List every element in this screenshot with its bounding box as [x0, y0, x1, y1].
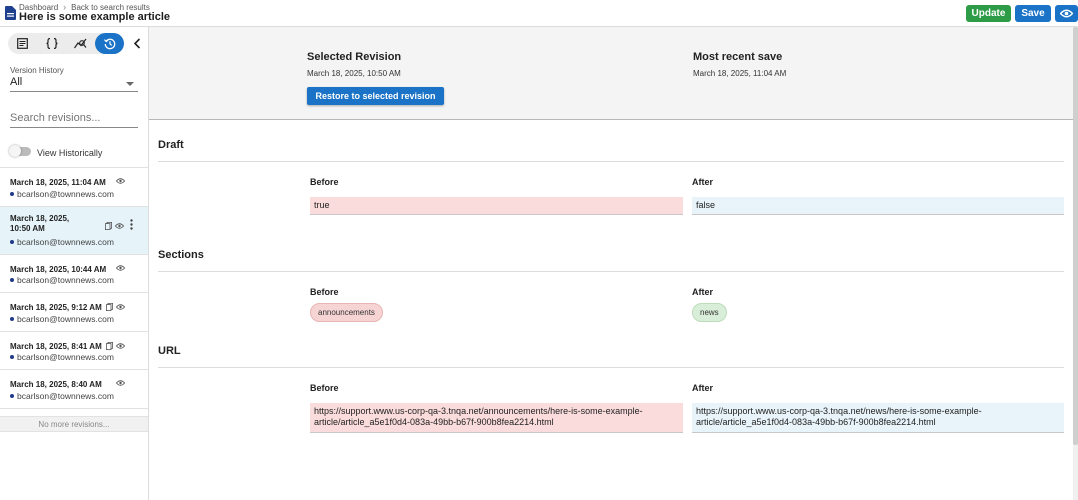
sidebar-tab-group — [8, 33, 124, 54]
revision-item[interactable]: March 18, 2025, 8:41 AM bcarlson@townnew… — [0, 332, 148, 370]
revision-user: bcarlson@townnews.com — [10, 391, 114, 401]
history-icon — [103, 38, 115, 49]
draft-before-value: true — [310, 197, 683, 215]
sections-section-title: Sections — [158, 249, 204, 261]
no-more-revisions: No more revisions... — [0, 416, 148, 432]
revision-user: bcarlson@townnews.com — [10, 275, 114, 285]
tab-code[interactable] — [37, 33, 66, 54]
after-label: After — [692, 177, 714, 187]
revision-item[interactable]: March 18, 2025, 11:04 AM bcarlson@townne… — [0, 168, 148, 207]
after-label: After — [692, 383, 714, 393]
comparison-panel: Selected Revision March 18, 2025, 10:50 … — [149, 27, 1078, 500]
url-before-value: https://support.www.us-corp-qa-3.tnqa.ne… — [310, 403, 683, 433]
eye-icon[interactable] — [116, 380, 125, 386]
tab-analytics[interactable] — [66, 33, 95, 54]
version-history-label: Version History — [10, 66, 64, 75]
chevron-left-icon[interactable] — [133, 38, 142, 49]
revision-item[interactable]: March 18, 2025, 10:44 AM bcarlson@townne… — [0, 255, 148, 293]
revision-date: March 18, 2025, 11:04 AM — [10, 178, 106, 187]
eye-icon[interactable] — [116, 178, 125, 184]
draft-section-title: Draft — [158, 139, 184, 151]
copy-icon[interactable] — [106, 303, 113, 311]
revision-user: bcarlson@townnews.com — [10, 237, 114, 247]
preview-button[interactable] — [1055, 5, 1078, 22]
eye-icon[interactable] — [116, 264, 125, 271]
most-recent-save-date: March 18, 2025, 11:04 AM — [693, 69, 787, 78]
before-label: Before — [310, 177, 339, 187]
revision-date: March 18, 2025, 10:50 AM — [10, 213, 70, 233]
url-section-title: URL — [158, 345, 181, 357]
eye-icon[interactable] — [116, 304, 125, 310]
before-label: Before — [310, 383, 339, 393]
revision-date: March 18, 2025, 8:41 AM — [10, 341, 102, 351]
revision-item-selected[interactable]: March 18, 2025, 10:50 AM bcarlson@townne… — [0, 206, 148, 255]
divider — [158, 367, 1064, 368]
revision-date: March 18, 2025, 9:12 AM — [10, 303, 102, 312]
revision-item[interactable]: March 18, 2025, 8:40 AM bcarlson@townnew… — [0, 370, 148, 409]
revision-user: bcarlson@townnews.com — [10, 352, 114, 362]
view-historically-label: View Historically — [37, 148, 103, 158]
code-braces-icon — [45, 38, 58, 49]
copy-icon[interactable] — [105, 221, 112, 230]
page-title: Here is some example article — [19, 11, 171, 23]
revision-user: bcarlson@townnews.com — [10, 314, 114, 324]
view-historically-toggle[interactable] — [9, 145, 31, 157]
after-label: After — [692, 287, 714, 297]
top-bar: Dashboard › Back to search results Here … — [0, 0, 1078, 27]
revision-item[interactable]: March 18, 2025, 9:12 AM bcarlson@townnew… — [0, 293, 148, 332]
scrollbar-thumb[interactable] — [1073, 27, 1078, 445]
tab-details[interactable] — [8, 33, 37, 54]
eye-icon[interactable] — [115, 222, 124, 229]
revision-user: bcarlson@townnews.com — [10, 189, 114, 199]
version-history-value: All — [10, 76, 23, 88]
update-button[interactable]: Update — [966, 5, 1011, 22]
divider — [158, 161, 1064, 162]
revision-list: March 18, 2025, 11:04 AM bcarlson@townne… — [0, 167, 148, 409]
analytics-icon — [74, 38, 87, 49]
caret-down-icon — [126, 82, 134, 86]
tab-history[interactable] — [95, 33, 124, 54]
eye-icon[interactable] — [116, 342, 125, 349]
copy-icon[interactable] — [106, 341, 113, 350]
draft-after-value: false — [692, 197, 1064, 215]
eye-icon — [1060, 9, 1073, 18]
selected-revision-date: March 18, 2025, 10:50 AM — [307, 69, 401, 78]
url-after-value: https://support.www.us-corp-qa-3.tnqa.ne… — [692, 403, 1064, 433]
sections-before-chip: announcements — [310, 303, 383, 322]
search-revisions-input[interactable] — [10, 109, 138, 128]
divider — [158, 271, 1064, 272]
revision-sidebar: Version History All View Historically Ma… — [0, 27, 149, 500]
before-label: Before — [310, 287, 339, 297]
restore-revision-button[interactable]: Restore to selected revision — [307, 87, 444, 105]
version-history-select[interactable]: All — [10, 76, 138, 92]
revision-date: March 18, 2025, 8:40 AM — [10, 380, 102, 389]
details-icon — [17, 38, 28, 49]
sections-after-chip: news — [692, 303, 727, 322]
most-recent-save-title: Most recent save — [693, 51, 783, 63]
selected-revision-title: Selected Revision — [307, 51, 402, 63]
revision-date: March 18, 2025, 10:44 AM — [10, 264, 107, 274]
more-vertical-icon[interactable] — [130, 218, 133, 230]
comparison-header: Selected Revision March 18, 2025, 10:50 … — [149, 27, 1073, 120]
save-button[interactable]: Save — [1015, 5, 1051, 22]
document-icon — [5, 6, 16, 20]
